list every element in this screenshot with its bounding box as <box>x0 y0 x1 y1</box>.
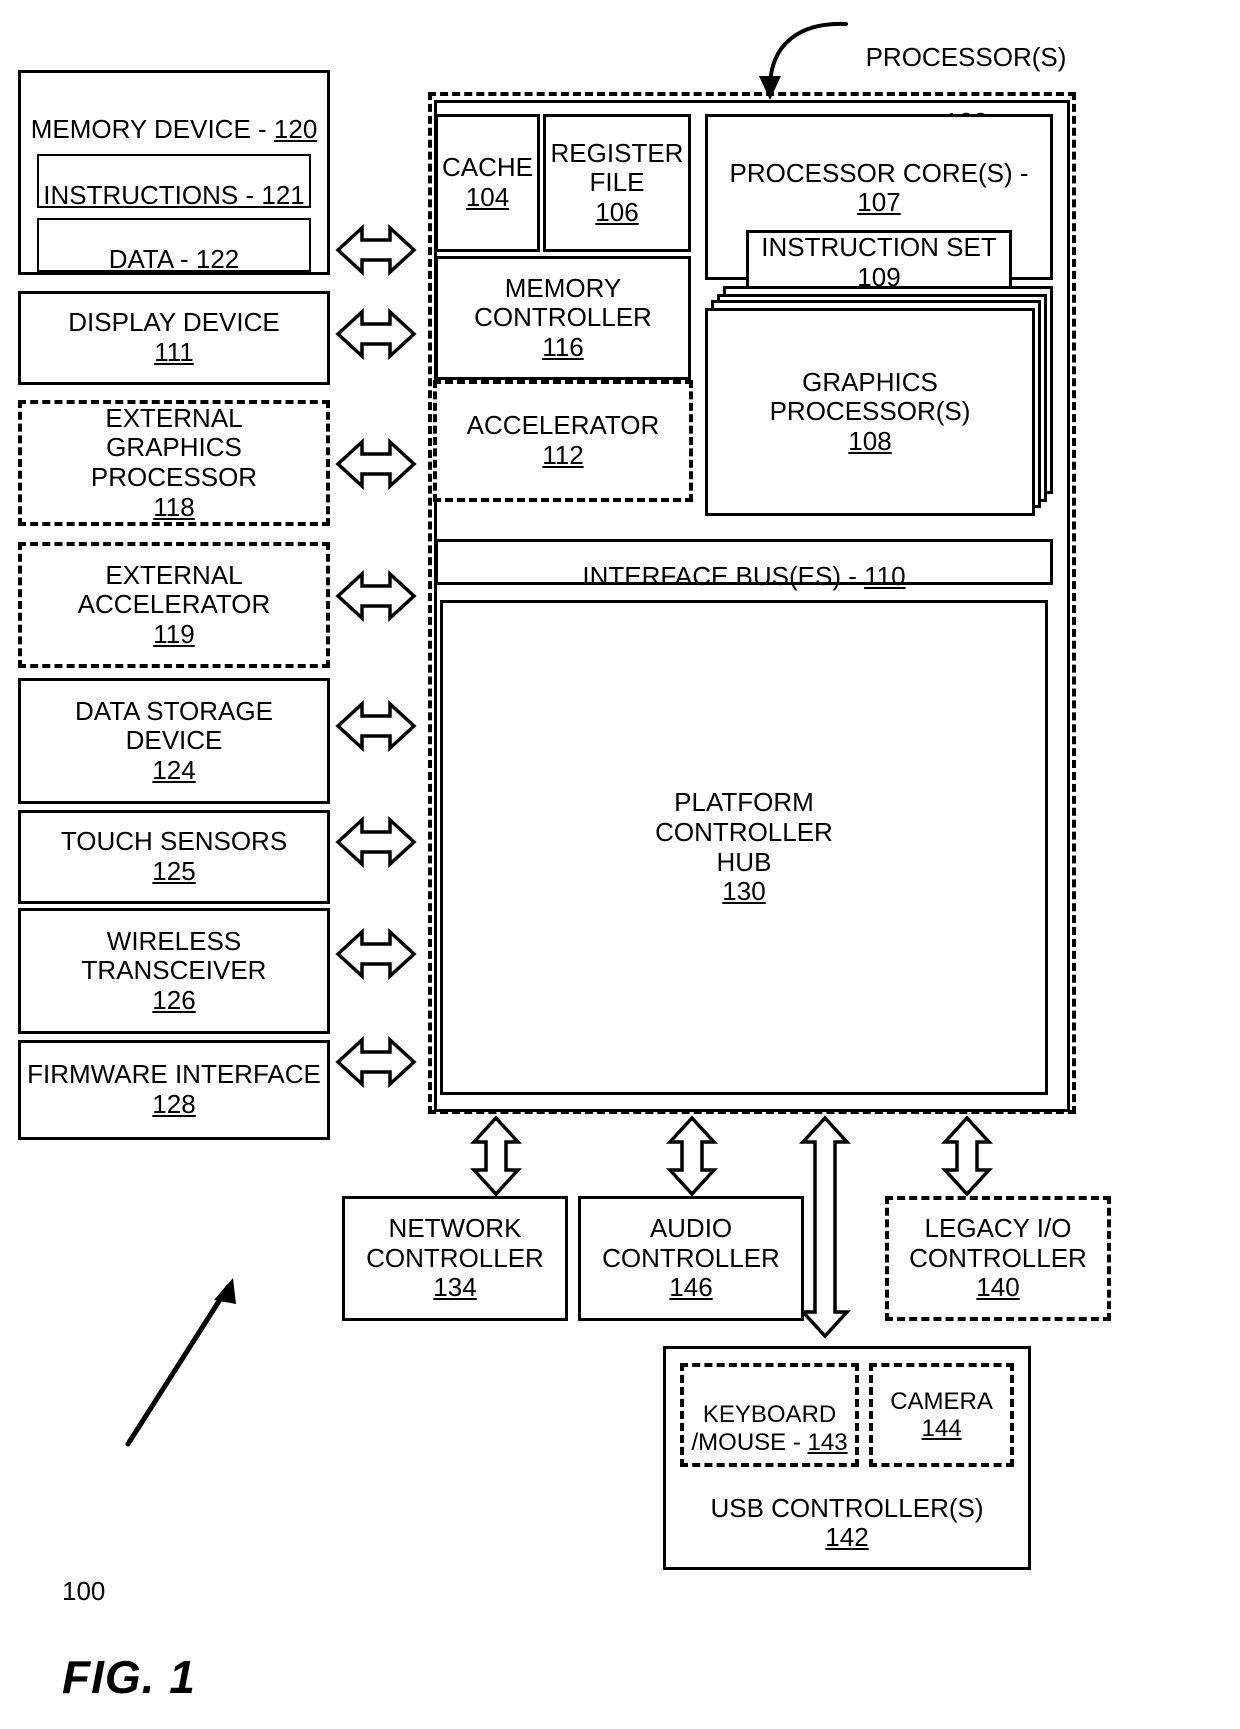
interface-bus-label: INTERFACE BUS(ES) - 110 <box>582 561 906 591</box>
bus-arrow-external-accelerator <box>336 572 416 620</box>
keyboard-mouse-block: KEYBOARD /MOUSE - 143 <box>680 1363 860 1467</box>
external-accelerator-block: EXTERNAL ACCELERATOR 119 <box>18 542 330 668</box>
data-storage-device-label: DATA STORAGE DEVICE <box>75 695 273 756</box>
touch-sensors-block: TOUCH SENSORS 125 <box>18 810 330 904</box>
memory-controller-block: MEMORY CONTROLLER 116 <box>435 256 691 380</box>
legacy-io-controller-label: LEGACY I/O CONTROLLER <box>909 1213 1087 1273</box>
external-graphics-processor-block: EXTERNAL GRAPHICS PROCESSOR 118 <box>18 400 330 526</box>
bus-arrow-wireless <box>336 930 416 978</box>
graphics-processor-stack: GRAPHICS PROCESSOR(S) 108 <box>705 286 1053 516</box>
network-controller-label: NETWORK CONTROLLER <box>366 1213 544 1273</box>
network-controller-block: NETWORK CONTROLLER 134 <box>342 1196 568 1321</box>
bus-arrow-network <box>472 1116 520 1196</box>
bus-arrow-usb <box>799 1115 851 1339</box>
platform-controller-hub-label: PLATFORM CONTROLLER HUB <box>655 787 833 877</box>
instructions-block: INSTRUCTIONS - 121 <box>37 154 311 211</box>
usb-controller-ref: 142 <box>825 1522 869 1553</box>
figure-canvas: MEMORY DEVICE - 120 INSTRUCTIONS - 121 D… <box>0 0 1240 1729</box>
processor-cores-block: PROCESSOR CORE(S) - 107 INSTRUCTION SET … <box>705 114 1053 296</box>
external-accelerator-label: EXTERNAL ACCELERATOR <box>77 559 271 620</box>
bus-arrow-touch-sensors <box>336 818 416 866</box>
legacy-io-controller-ref: 140 <box>976 1272 1020 1303</box>
memory-controller-label: MEMORY CONTROLLER <box>474 272 652 333</box>
external-graphics-processor-label: EXTERNAL GRAPHICS PROCESSOR <box>90 402 258 492</box>
usb-controller-label: USB CONTROLLER(S) <box>710 1492 984 1523</box>
audio-controller-label: AUDIO CONTROLLER <box>602 1213 780 1273</box>
wireless-transceiver-label: WIRELESS TRANSCEIVER <box>81 925 267 986</box>
processor-cores-label: PROCESSOR CORE(S) - 107 <box>729 157 1029 218</box>
bus-arrow-legacy-io <box>943 1116 991 1196</box>
data-storage-device-block: DATA STORAGE DEVICE 124 <box>18 678 330 804</box>
graphics-processor-block: GRAPHICS PROCESSOR(S) 108 <box>705 308 1035 516</box>
processor-callout-label: PROCESSOR(S) <box>865 41 1067 72</box>
audio-controller-block: AUDIO CONTROLLER 146 <box>578 1196 804 1321</box>
register-file-block: REGISTER FILE 106 <box>543 114 691 252</box>
external-accelerator-ref: 119 <box>153 618 195 649</box>
firmware-interface-label: FIRMWARE INTERFACE <box>27 1059 321 1090</box>
touch-sensors-label: TOUCH SENSORS <box>60 826 288 857</box>
memory-device-title: MEMORY DEVICE - 120 <box>30 113 318 144</box>
accelerator-label: ACCELERATOR <box>466 410 660 441</box>
graphics-processor-label: GRAPHICS PROCESSOR(S) <box>769 366 971 427</box>
graphics-processor-ref: 108 <box>848 425 892 456</box>
camera-block: CAMERA 144 <box>869 1363 1014 1467</box>
register-file-ref: 106 <box>595 196 639 227</box>
cache-block: CACHE 104 <box>435 114 540 252</box>
camera-label: CAMERA <box>890 1387 993 1415</box>
display-device-ref: 111 <box>154 337 194 367</box>
touch-sensors-ref: 125 <box>152 856 196 886</box>
memory-controller-ref: 116 <box>542 331 584 362</box>
figure-caption: FIG. 1 <box>62 1651 196 1703</box>
bus-arrow-audio <box>668 1116 716 1196</box>
legacy-io-controller-block: LEGACY I/O CONTROLLER 140 <box>885 1196 1111 1321</box>
register-file-label: REGISTER FILE <box>550 137 684 198</box>
external-graphics-processor-ref: 118 <box>153 491 195 522</box>
bus-arrow-display <box>336 310 416 358</box>
bus-arrow-data-storage <box>336 702 416 750</box>
wireless-transceiver-block: WIRELESS TRANSCEIVER 126 <box>18 908 330 1034</box>
network-controller-ref: 134 <box>433 1272 477 1303</box>
display-device-block: DISPLAY DEVICE 111 <box>18 291 330 385</box>
accelerator-ref: 112 <box>542 440 584 470</box>
system-ref-leader-line <box>125 1278 236 1447</box>
data-block: DATA - 122 <box>37 218 311 275</box>
firmware-interface-block: FIRMWARE INTERFACE 128 <box>18 1040 330 1140</box>
system-ref-label: 100 <box>62 1576 106 1606</box>
interface-bus-block: INTERFACE BUS(ES) - 110 <box>435 539 1053 591</box>
cache-ref: 104 <box>465 182 510 212</box>
usb-children-row: KEYBOARD /MOUSE - 143 CAMERA 144 <box>680 1363 1014 1467</box>
data-storage-device-ref: 124 <box>152 754 196 785</box>
processor-leader-line <box>759 21 848 100</box>
platform-controller-hub-ref: 130 <box>722 876 766 907</box>
usb-controller-block: KEYBOARD /MOUSE - 143 CAMERA 144 USB CON… <box>663 1346 1031 1570</box>
bus-arrow-firmware <box>336 1038 416 1086</box>
data-label: DATA - 122 <box>108 244 240 275</box>
instructions-label: INSTRUCTIONS - 121 <box>43 180 305 211</box>
keyboard-mouse-label: KEYBOARD /MOUSE - 143 <box>691 1401 848 1456</box>
display-device-label: DISPLAY DEVICE <box>68 307 280 338</box>
bus-arrow-external-graphics <box>336 440 416 488</box>
bus-arrow-memory <box>336 226 416 274</box>
instruction-set-label: INSTRUCTION SET <box>761 231 997 262</box>
memory-device-block: MEMORY DEVICE - 120 INSTRUCTIONS - 121 D… <box>18 70 330 275</box>
camera-ref: 144 <box>921 1415 962 1442</box>
platform-controller-hub-block: PLATFORM CONTROLLER HUB 130 <box>440 600 1048 1095</box>
firmware-interface-ref: 128 <box>152 1089 196 1119</box>
wireless-transceiver-ref: 126 <box>152 984 196 1015</box>
audio-controller-ref: 146 <box>669 1272 713 1303</box>
cache-label: CACHE <box>441 152 533 183</box>
accelerator-block: ACCELERATOR 112 <box>433 380 693 502</box>
